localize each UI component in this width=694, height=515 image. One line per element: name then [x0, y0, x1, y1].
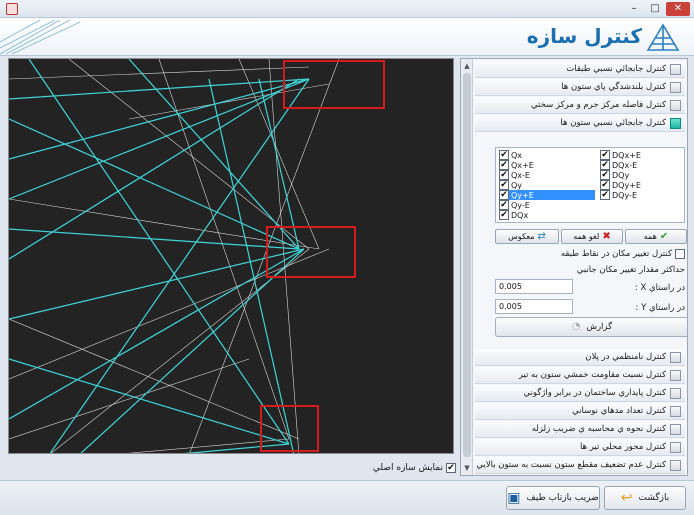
load-combo-list[interactable]: ✔ Qx ✔ Qx+E ✔ Qx-E ✔ Qy ✔ Qy+E ✔ Qy-E ✔ DQx ✔ DQ… [495, 147, 685, 223]
option-checkbox[interactable] [670, 351, 681, 363]
page-title: كنترل سازه [526, 24, 642, 48]
option-seismic-coefficient[interactable]: كنترل نحوه ي محاسبه ي ضريب زلزله [475, 421, 685, 438]
change-location-checkbox[interactable] [675, 249, 685, 259]
option-overturning-stability[interactable]: كنترل پايداري ساختمان در برابر واژگوني [475, 385, 685, 402]
option-checkbox[interactable] [670, 117, 681, 129]
option-checkbox[interactable] [670, 423, 681, 435]
option-column-uplift[interactable]: كنترل بلندشدگي پاي ستون ها [475, 79, 685, 96]
deselect-all-button[interactable]: ✖ لغو همه [561, 229, 623, 244]
option-beam-local-axis[interactable]: كنترل محور محلي تير ها [475, 439, 685, 456]
scroll-down-icon[interactable]: ▼ [462, 463, 472, 473]
option-mode-count[interactable]: كنترل تعداد مدهاي نوساني [475, 403, 685, 420]
combo-item[interactable]: ✔ DQy [600, 170, 629, 180]
combo-item-selected[interactable]: ✔ Qy+E [499, 190, 595, 200]
scroll-up-icon[interactable]: ▲ [462, 61, 472, 71]
combo-item[interactable]: ✔ DQx+E [600, 150, 641, 160]
check-icon: ✔ [659, 230, 669, 242]
structure-logo-icon [646, 23, 680, 51]
structure-view[interactable] [8, 58, 454, 454]
control-options-panel: ▲ ▼ كنترل جابجائي نسبي طبقات كنترل بلندش… [460, 58, 688, 476]
minimize-button[interactable]: – [624, 2, 644, 16]
back-button[interactable]: بازگشت ↩ [604, 486, 686, 510]
option-mass-stiffness-eccentricity[interactable]: كنترل فاصله مركز جرم و مركز سختي [475, 97, 685, 114]
option-checkbox[interactable] [670, 81, 681, 93]
option-checkbox[interactable] [670, 369, 681, 381]
option-story-drift[interactable]: كنترل جابجائي نسبي طبقات [475, 61, 685, 78]
panel-scrollbar[interactable]: ▲ ▼ [461, 59, 473, 475]
combo-item[interactable]: ✔ Qx+E [499, 160, 534, 170]
option-checkbox[interactable] [670, 63, 681, 75]
y-direction-label: در راستاي Y : [635, 303, 685, 313]
combo-item[interactable]: ✔ DQy+E [600, 180, 641, 190]
option-strong-column-weak-beam[interactable]: كنترل نسبت مقاومت خمشي ستون به تير [475, 367, 685, 384]
app-icon [6, 3, 18, 15]
combo-item[interactable]: ✔ Qx [499, 150, 522, 160]
cross-icon: ✖ [602, 230, 611, 242]
combo-item[interactable]: ✔ Qy [499, 180, 522, 190]
maximize-button[interactable]: □ [645, 2, 665, 16]
max-change-label: حداكثر مقدار تغيير مكان جانبي [576, 265, 685, 275]
invert-selection-button[interactable]: ⇄ معكوس [495, 229, 559, 244]
option-plan-irregularity[interactable]: كنترل نامنظمي در پلان [475, 349, 685, 366]
bottom-toolbar: بازگشت ↩ ضريب بازتاب طيف ▣ [0, 480, 694, 515]
combo-item[interactable]: ✔ Qy-E [499, 200, 530, 210]
x-direction-input[interactable] [495, 279, 573, 294]
option-checkbox[interactable] [670, 99, 681, 111]
highlight-box [260, 405, 319, 452]
highlight-box [266, 226, 356, 278]
x-direction-label: در راستاي X : [634, 283, 685, 293]
combo-item[interactable]: ✔ Qx-E [499, 170, 530, 180]
change-location-row[interactable]: كنترل تغيير مكان در نقاط طبقه [561, 249, 685, 259]
spectrum-coefficient-button[interactable]: ضريب بازتاب طيف ▣ [506, 486, 600, 510]
option-column-drift[interactable]: كنترل جابجائي نسبي ستون ها [475, 115, 685, 132]
save-disk-icon: ▣ [507, 490, 521, 506]
select-all-button[interactable]: ✔ همه [625, 229, 687, 244]
option-checkbox[interactable] [670, 441, 681, 453]
combo-item[interactable]: ✔ DQx [499, 210, 528, 220]
title-bar: – □ ✕ [0, 0, 694, 18]
combo-item[interactable]: ✔ DQy-E [600, 190, 637, 200]
decorative-lines-icon [0, 19, 81, 55]
close-button[interactable]: ✕ [666, 2, 690, 16]
report-button[interactable]: گزارش ◔ [495, 317, 687, 337]
scroll-thumb[interactable] [463, 73, 471, 457]
combo-item[interactable]: ✔ DQx-E [600, 160, 637, 170]
show-original-label: نمايش سازه اصلي [372, 463, 443, 473]
option-checkbox[interactable] [670, 405, 681, 417]
option-checkbox[interactable] [670, 459, 681, 471]
y-direction-input[interactable] [495, 299, 573, 314]
structure-drawing [9, 59, 385, 453]
spinner-icon: ◔ [571, 321, 581, 332]
option-checkbox[interactable] [670, 387, 681, 399]
back-arrow-icon: ↩ [620, 490, 633, 506]
show-original-checkbox[interactable]: ✔ [446, 463, 456, 473]
highlight-box [283, 60, 385, 109]
header-banner: كنترل سازه [0, 18, 694, 56]
option-column-section-weakening[interactable]: كنترل عدم تضعيف مقطع ستون نسبت به ستون ب… [475, 457, 685, 474]
swap-icon: ⇄ [537, 230, 546, 242]
show-original-structure-row[interactable]: ✔ نمايش سازه اصلي [344, 461, 456, 475]
